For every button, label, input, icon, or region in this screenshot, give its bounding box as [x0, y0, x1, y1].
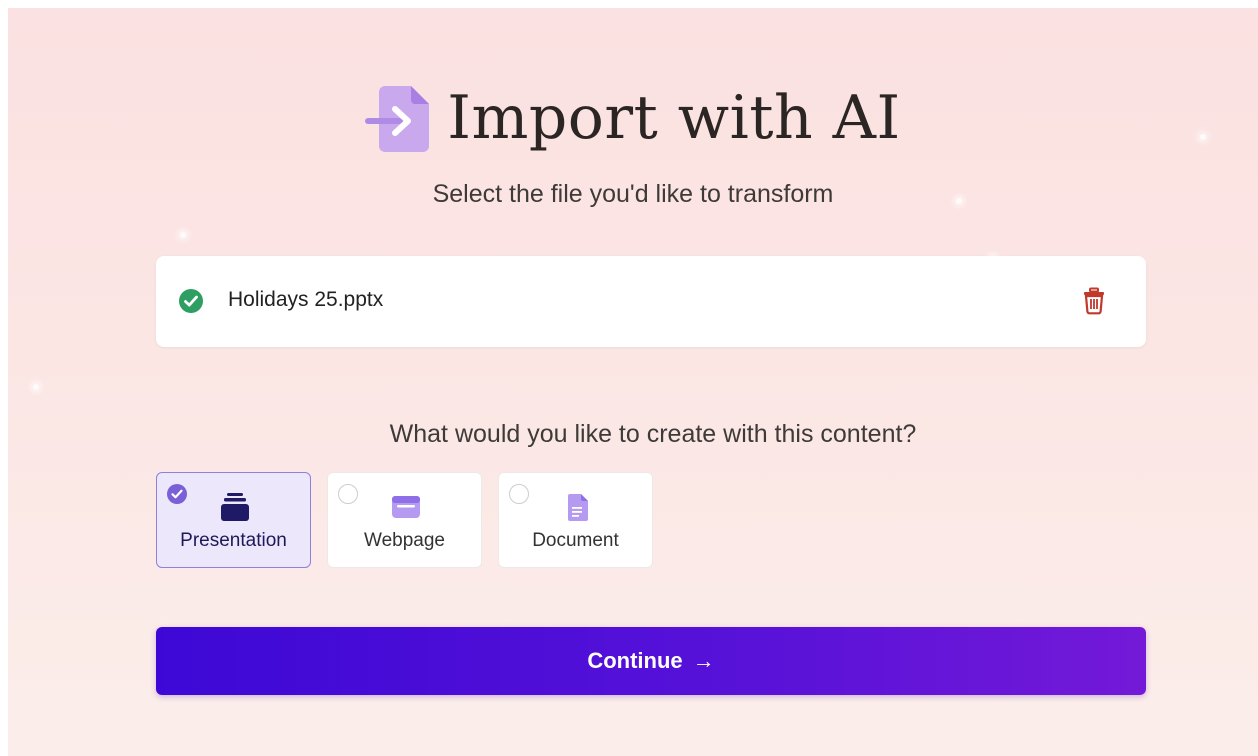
radio-checked-icon[interactable]: [167, 484, 187, 504]
option-presentation[interactable]: Presentation: [156, 472, 311, 568]
create-question: What would you like to create with this …: [389, 420, 917, 448]
trash-icon[interactable]: [1082, 287, 1106, 315]
webpage-icon: [392, 496, 420, 518]
radio-unchecked-icon[interactable]: [338, 484, 358, 504]
document-icon: [568, 494, 588, 521]
check-circle-icon: [179, 289, 203, 313]
radio-unchecked-icon[interactable]: [509, 484, 529, 504]
option-label: Webpage: [364, 530, 445, 551]
option-label: Presentation: [180, 530, 287, 551]
background-sparkle: [180, 232, 186, 238]
page-title: Import with AI: [447, 83, 901, 153]
arrow-right-icon: →: [692, 648, 715, 673]
background-sparkle: [33, 384, 39, 390]
option-webpage[interactable]: Webpage: [327, 472, 482, 568]
option-label: Document: [532, 530, 619, 551]
import-dialog: Import with AI Select the file you'd lik…: [8, 8, 1258, 756]
file-name: Holidays 25.pptx: [228, 288, 384, 311]
continue-button[interactable]: Continue →: [156, 627, 1146, 695]
presentation-icon: [221, 493, 249, 521]
page-header: Import with AI: [8, 80, 1258, 156]
import-file-icon: [365, 86, 430, 152]
selected-file-card: Holidays 25.pptx: [156, 256, 1146, 347]
continue-label: Continue: [587, 648, 683, 673]
page-subtitle: Select the file you'd like to transform: [432, 180, 834, 208]
option-document[interactable]: Document: [498, 472, 653, 568]
